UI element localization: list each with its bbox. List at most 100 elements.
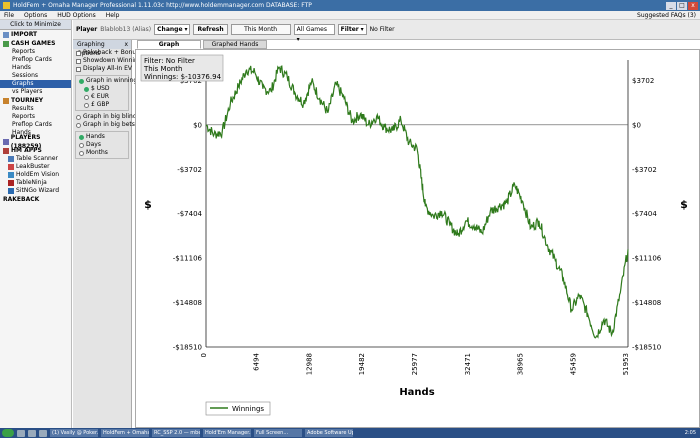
maximize-window-button[interactable]: □ <box>677 1 687 10</box>
graphing-options-panel: Graphing Options x Rakeback + Bonuses Sho… <box>73 40 146 428</box>
sidebar-item-graphs[interactable]: Graphs <box>0 80 71 88</box>
menu-hud-options[interactable]: HUD Options <box>57 12 96 19</box>
taskbar-item[interactable]: Hold'Em Manager... <box>203 429 251 437</box>
sidebar-item-tourney-preflop-cards[interactable]: Preflop Cards <box>0 121 71 129</box>
close-icon[interactable]: x <box>124 40 131 49</box>
taskbar-item[interactable]: RC_SSP 2.0 — mbex... <box>152 429 200 437</box>
winnings-line <box>205 65 629 339</box>
legend-label: Winnings <box>232 405 264 413</box>
quicklaunch-icon[interactable] <box>17 429 25 437</box>
sidebar-item-sessions[interactable]: Sessions <box>0 72 71 80</box>
app-table-scanner[interactable]: Table Scanner <box>0 155 71 163</box>
sitngo-wizard-icon <box>8 188 14 194</box>
import-icon <box>3 31 9 38</box>
y-tick-label-left: -$3702 <box>177 166 202 174</box>
winnings-chart[interactable]: $3702 $0 -$3702 -$7404 -$11106 -$14808 -$18510… <box>136 50 699 427</box>
period-button[interactable]: This Month <box>230 24 291 35</box>
player-label: Player <box>76 26 98 33</box>
y-axis-label-right: $ <box>680 198 688 211</box>
app-leakbuster[interactable]: LeakBuster <box>0 163 71 171</box>
quicklaunch-icon[interactable] <box>28 429 36 437</box>
y-tick-label-left: -$14808 <box>173 299 202 307</box>
sidebar-item-preflop-cards[interactable]: Preflop Cards <box>0 56 71 64</box>
menu-options[interactable]: Options <box>24 12 47 19</box>
usd-radio[interactable]: $ USD <box>76 85 128 93</box>
xaxis-days-radio[interactable]: Days <box>76 141 128 149</box>
tab-graphed-hands[interactable]: Graphed Hands <box>203 40 267 49</box>
app-holdem-vision[interactable]: HoldEm Vision <box>0 171 71 179</box>
graph-area: $3702 $0 -$3702 -$7404 -$11106 -$14808 -$18510… <box>135 49 700 428</box>
allin-ev-checkbox[interactable]: Display All-In EV <box>73 65 132 73</box>
taskbar-item[interactable]: (1) Vasily @ Poker... <box>50 429 98 437</box>
taskbar-item[interactable]: Adobe Software Update <box>305 429 353 437</box>
menu-bar: File Options HUD Options Help Suggested … <box>0 11 700 20</box>
games-dropdown[interactable]: All Games ▾ <box>293 24 335 43</box>
x-tick-label: 51953 <box>622 353 630 375</box>
sidebar: Click to Minimize IMPORT CASH GAMES Repo… <box>0 20 72 428</box>
sidebar-item-hands[interactable]: Hands <box>0 64 71 72</box>
close-window-button[interactable]: x <box>688 1 698 10</box>
games-value: All Games <box>296 26 327 33</box>
minimize-window-button[interactable]: _ <box>666 1 676 10</box>
chevron-down-icon: ▾ <box>184 26 188 33</box>
y-tick-label-left: $0 <box>193 121 202 129</box>
sidebar-item-tourney-results[interactable]: Results <box>0 105 71 113</box>
suggested-faqs-link[interactable]: Suggested FAQs (3) <box>637 12 700 19</box>
app-icon <box>3 2 10 9</box>
menu-file[interactable]: File <box>4 12 14 19</box>
sidebar-item-reports[interactable]: Reports <box>0 48 71 56</box>
sidebar-item-vs-players[interactable]: vs Players <box>0 88 71 96</box>
player-value: Blablob13 (Alias) <box>100 26 152 33</box>
refresh-button[interactable]: Refresh <box>193 24 228 35</box>
minimize-sidebar-button[interactable]: Click to Minimize <box>0 20 71 30</box>
filter-dropdown[interactable]: Filter ▾ <box>337 24 367 35</box>
xaxis-group: Hands Days Months <box>75 131 129 159</box>
hm-apps-icon <box>3 147 9 154</box>
toolbar: Player Blablob13 (Alias) Change ▾ Refres… <box>73 20 700 43</box>
sidebar-section-players[interactable]: PLAYERS (188259) <box>0 134 71 150</box>
x-axis-label: Hands <box>399 387 434 398</box>
gbp-radio[interactable]: £ GBP <box>76 101 128 109</box>
window-title: HoldFem + Omaha Manager Professional 1.1… <box>13 2 312 9</box>
y-tick-label-right: -$7404 <box>632 210 657 218</box>
chevron-down-icon: ▾ <box>360 26 364 33</box>
xaxis-hands-radio[interactable]: Hands <box>76 133 128 141</box>
sidebar-section-import[interactable]: IMPORT <box>0 30 71 39</box>
big-bets-radio[interactable]: Graph in big bets <box>73 121 135 129</box>
showdown-checkbox[interactable]: Showdown Winnings <box>73 57 145 65</box>
clock: 2:05 <box>684 430 696 436</box>
app-sitngo-wizard[interactable]: SitNGo Wizard <box>0 187 71 195</box>
info-period: This Month <box>143 65 182 73</box>
title-bar: HoldFem + Omaha Manager Professional 1.1… <box>0 0 700 11</box>
info-filter: Filter: No Filter <box>144 57 195 65</box>
xaxis-months-radio[interactable]: Months <box>76 149 128 157</box>
change-player-dropdown[interactable]: Change ▾ <box>154 24 191 35</box>
players-icon <box>3 138 9 145</box>
quicklaunch-icon[interactable] <box>39 429 47 437</box>
sidebar-section-cash-games[interactable]: CASH GAMES <box>0 39 71 48</box>
x-tick-label: 0 <box>200 353 208 357</box>
x-tick-label: 6494 <box>253 352 261 370</box>
eur-radio[interactable]: € EUR <box>76 93 128 101</box>
taskbar-item[interactable]: HoldFem + Omaha Man... <box>101 429 149 437</box>
sidebar-item-tourney-reports[interactable]: Reports <box>0 113 71 121</box>
y-tick-label-right: -$11106 <box>632 255 662 263</box>
start-button[interactable] <box>2 429 14 437</box>
units-group: Graph in winnings $ USD € EUR £ GBP <box>75 75 140 111</box>
taskbar-item[interactable]: Full Screen... <box>254 429 302 437</box>
menu-help[interactable]: Help <box>106 12 120 19</box>
filter-text: No Filter <box>369 26 395 33</box>
x-tick-label: 25977 <box>411 353 419 375</box>
sidebar-section-rakeback[interactable]: RAKEBACK <box>0 195 71 204</box>
y-tick-label-right: -$3702 <box>632 166 657 174</box>
graph-winnings-radio[interactable]: Graph in winnings <box>76 77 140 85</box>
big-blinds-radio[interactable]: Graph in big blinds <box>73 113 140 121</box>
app-tableninja[interactable]: TableNinja <box>0 179 71 187</box>
tab-graph[interactable]: Graph <box>137 40 201 49</box>
leakbuster-icon <box>8 164 14 170</box>
y-tick-label-left: -$11106 <box>173 255 203 263</box>
sidebar-section-tourney[interactable]: TOURNEY <box>0 96 71 105</box>
graph-tabs: Graph Graphed Hands <box>135 40 700 49</box>
cash-games-icon <box>3 40 9 47</box>
x-tick-label: 38965 <box>517 353 525 375</box>
